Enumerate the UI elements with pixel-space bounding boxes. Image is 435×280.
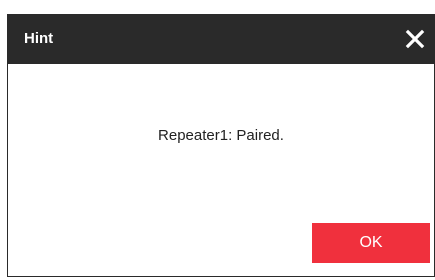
ok-button[interactable]: OK — [312, 223, 430, 263]
dialog-title: Hint — [24, 30, 54, 47]
dialog-message: Repeater1: Paired. — [158, 127, 284, 144]
dialog-titlebar: Hint — [8, 15, 434, 64]
hint-dialog: Hint Repeater1: Paired. OK — [7, 14, 435, 277]
close-icon[interactable] — [402, 26, 428, 52]
